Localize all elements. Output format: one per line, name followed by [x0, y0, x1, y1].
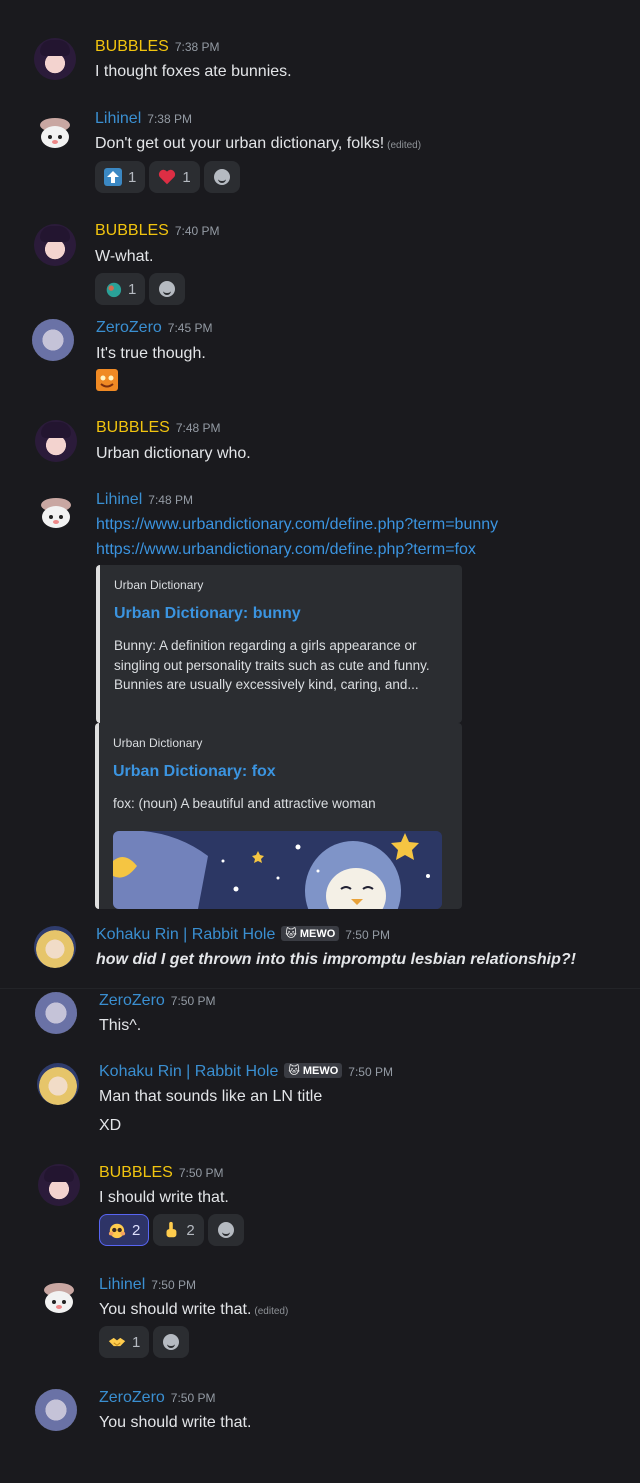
timestamp: 7:45 PM: [167, 321, 213, 335]
embed-title[interactable]: Urban Dictionary: fox: [113, 763, 276, 781]
reaction-count: 1: [128, 168, 137, 186]
custom-emoji-icon: [96, 369, 118, 391]
avatar[interactable]: [32, 319, 74, 361]
message-text: Man that sounds like an LN title: [99, 1088, 323, 1105]
author-name[interactable]: ZeroZero: [96, 319, 162, 336]
cat-icon: 🐱: [285, 928, 297, 940]
message-text: It's true though.: [96, 345, 206, 362]
message-text: Urban dictionary who.: [96, 445, 251, 462]
avatar[interactable]: [38, 1164, 80, 1206]
reactions: 1: [99, 1326, 190, 1358]
author-name[interactable]: ZeroZero: [99, 992, 165, 1009]
add-reaction-button[interactable]: [149, 273, 186, 305]
reaction-pleading-face[interactable]: 2: [99, 1214, 150, 1246]
reactions: 1 1: [95, 161, 240, 193]
sweat-smile-icon: [104, 280, 122, 298]
message-text: Don't get out your urban dictionary, fol…: [95, 135, 385, 152]
author-name[interactable]: Lihinel: [99, 1276, 145, 1293]
message-text: I should write that.: [99, 1189, 229, 1206]
author-name[interactable]: ZeroZero: [99, 1389, 165, 1406]
reaction-count: 1: [182, 168, 191, 186]
reaction-heart[interactable]: 1: [149, 161, 200, 193]
timestamp: 7:50 PM: [348, 1065, 393, 1079]
timestamp: 7:38 PM: [147, 112, 192, 126]
embed-provider[interactable]: Urban Dictionary: [114, 578, 203, 592]
reaction-count: 2: [132, 1221, 141, 1239]
add-reaction-button[interactable]: [207, 1214, 244, 1246]
embed-title[interactable]: Urban Dictionary: bunny: [114, 605, 301, 623]
avatar[interactable]: [37, 1063, 79, 1105]
message-text: I thought foxes ate bunnies.: [95, 63, 292, 80]
reaction-count: 1: [132, 1333, 141, 1351]
message-text: how did I get thrown into this impromptu…: [96, 951, 576, 968]
message-text: XD: [99, 1117, 122, 1134]
message-text: This^.: [99, 1017, 142, 1034]
timestamp: 7:50 PM: [170, 1391, 216, 1405]
author-name[interactable]: BUBBLES: [99, 1164, 173, 1181]
add-reaction-button[interactable]: [153, 1326, 190, 1358]
reaction-handshake[interactable]: 1: [99, 1326, 150, 1358]
timestamp: 7:38 PM: [174, 40, 220, 54]
message-text: You should write that.: [99, 1301, 252, 1318]
add-reaction-icon: [159, 281, 176, 297]
timestamp: 7:50 PM: [151, 1278, 196, 1292]
message-link[interactable]: https://www.urbandictionary.com/define.p…: [96, 516, 498, 534]
avatar[interactable]: [34, 38, 76, 80]
timestamp: 7:50 PM: [170, 994, 216, 1008]
server-tag-label: MEWO: [302, 1064, 339, 1077]
edited-marker: (edited): [387, 140, 422, 151]
timestamp: 7:50 PM: [178, 1166, 224, 1180]
avatar[interactable]: [34, 926, 76, 968]
pleading-face-icon: [108, 1221, 126, 1239]
timestamp: 7:48 PM: [175, 421, 221, 435]
embed-description: fox: (noun) A beautiful and attractive w…: [113, 796, 376, 811]
reaction-pointing-up[interactable]: 2: [153, 1214, 204, 1246]
timestamp: 7:48 PM: [148, 493, 193, 507]
message-text: You should write that.: [99, 1414, 252, 1431]
author-name[interactable]: BUBBLES: [95, 222, 169, 239]
reactions: 1: [95, 273, 186, 305]
author-name[interactable]: Lihinel: [96, 491, 142, 508]
author-name[interactable]: BUBBLES: [96, 419, 170, 436]
server-tag[interactable]: 🐱 MEWO: [284, 1063, 343, 1078]
pointing-up-icon: [162, 1221, 180, 1239]
author-name[interactable]: Lihinel: [95, 110, 141, 127]
avatar[interactable]: [35, 493, 77, 535]
server-tag[interactable]: 🐱 MEWO: [281, 926, 340, 941]
avatar[interactable]: [35, 1389, 77, 1431]
heart-icon: [158, 168, 176, 186]
add-reaction-icon: [217, 1222, 234, 1238]
author-name[interactable]: BUBBLES: [95, 38, 169, 55]
reaction-count: 2: [186, 1221, 195, 1239]
link-embed: Urban Dictionary Urban Dictionary: bunny…: [96, 565, 462, 723]
avatar[interactable]: [34, 224, 76, 266]
embed-thumbnail[interactable]: [113, 831, 442, 909]
author-name[interactable]: Kohaku Rin | Rabbit Hole: [99, 1063, 278, 1080]
handshake-icon: [108, 1333, 126, 1351]
reaction-up-arrow[interactable]: 1: [95, 161, 146, 193]
timestamp: 7:50 PM: [345, 928, 390, 942]
up-arrow-icon: [104, 168, 122, 186]
add-reaction-icon: [213, 169, 230, 185]
link-embed: Urban Dictionary Urban Dictionary: fox f…: [95, 723, 462, 909]
author-name[interactable]: Kohaku Rin | Rabbit Hole: [96, 926, 275, 943]
reaction-sweat-smile[interactable]: 1: [95, 273, 146, 305]
message-text: W-what.: [95, 248, 154, 265]
avatar[interactable]: [35, 420, 77, 462]
divider: [0, 988, 640, 989]
avatar[interactable]: [35, 992, 77, 1034]
reactions: 2 2: [99, 1214, 244, 1246]
message-link[interactable]: https://www.urbandictionary.com/define.p…: [96, 541, 476, 559]
avatar[interactable]: [38, 1278, 80, 1320]
add-reaction-button[interactable]: [203, 161, 240, 193]
edited-marker: (edited): [254, 1306, 289, 1317]
add-reaction-icon: [163, 1334, 180, 1350]
timestamp: 7:40 PM: [174, 224, 220, 238]
cat-icon: 🐱: [288, 1065, 300, 1077]
avatar[interactable]: [34, 113, 76, 155]
embed-provider[interactable]: Urban Dictionary: [113, 736, 202, 750]
reaction-count: 1: [128, 280, 137, 298]
server-tag-label: MEWO: [299, 927, 336, 940]
embed-description: Bunny: A definition regarding a girls ap…: [114, 638, 430, 692]
